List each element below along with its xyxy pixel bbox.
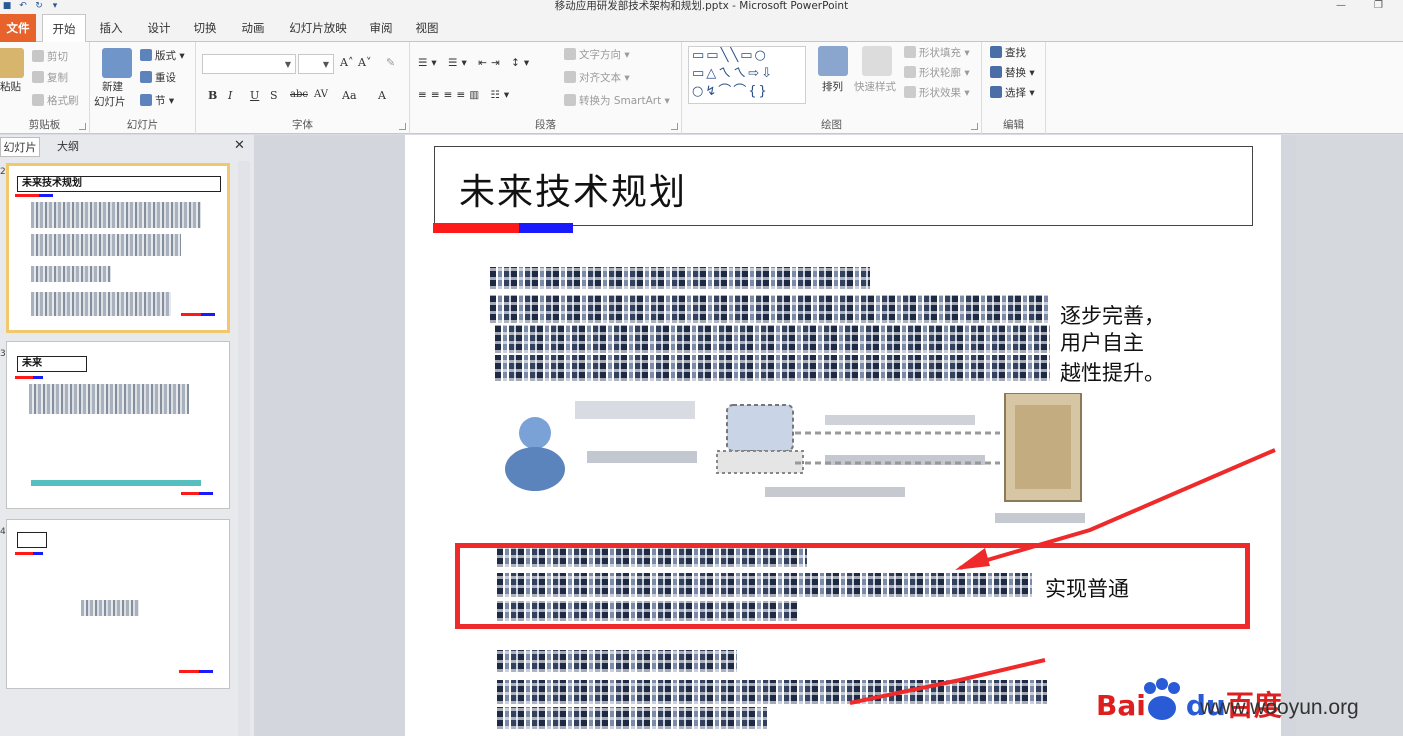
annotation-arrowhead [955,548,990,570]
annotation-arrow [959,448,1276,570]
watermark-text: Bai [1096,689,1146,722]
watermark-url: www.wooyun.org [1200,696,1359,719]
annotation-arrow [849,658,1046,705]
red-annotation-arrows [849,448,1276,705]
